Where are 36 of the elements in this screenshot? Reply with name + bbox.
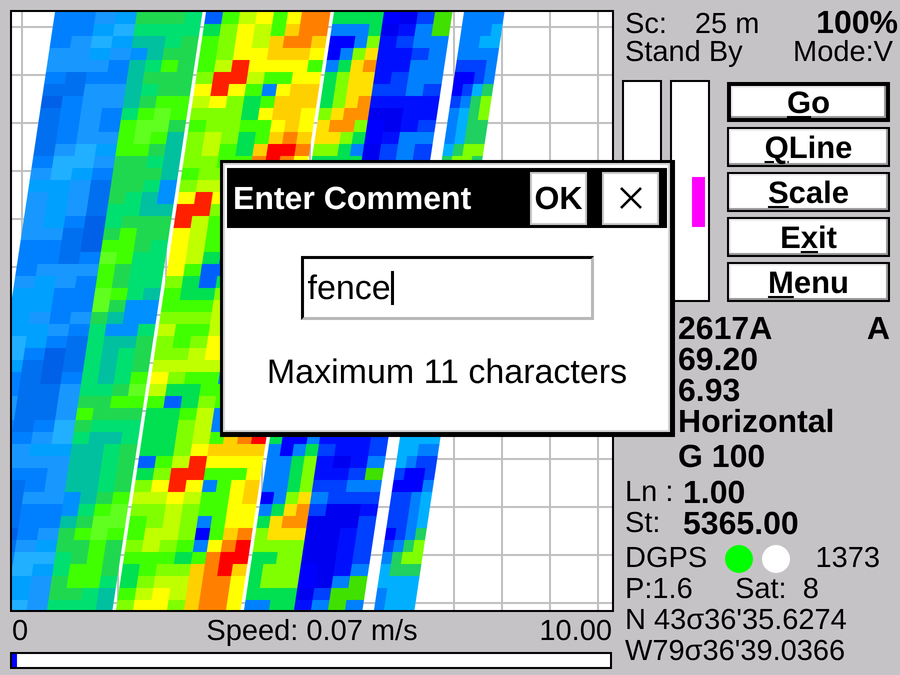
line-label: Ln : bbox=[625, 477, 674, 508]
menu-button[interactable]: QLine bbox=[727, 127, 890, 167]
speed-label: Speed: 0.07 m/s bbox=[205, 616, 419, 646]
hint-text: Maximum 11 characters bbox=[266, 354, 628, 390]
close-icon bbox=[618, 186, 642, 210]
mode-text: Mode:V bbox=[793, 37, 893, 68]
latitude-text: N 43σ36'35.6274 bbox=[624, 605, 848, 636]
ok-button[interactable]: OK bbox=[530, 172, 587, 224]
readout-text: 69.20 bbox=[678, 344, 758, 375]
scale-value: 25 m bbox=[694, 9, 760, 40]
gps-label: DGPS bbox=[625, 543, 708, 574]
menu-button[interactable]: Go bbox=[727, 82, 890, 122]
scale-label: Sc: bbox=[625, 9, 667, 40]
station-value: 5365.00 bbox=[683, 508, 800, 539]
close-button[interactable] bbox=[602, 172, 659, 224]
readout-text: 2617A bbox=[678, 313, 772, 344]
scale-max-label: 10.00 bbox=[538, 616, 613, 646]
text-cursor-icon bbox=[390, 271, 394, 305]
longitude-text: W79σ36'39.0366 bbox=[624, 636, 846, 667]
flag-text: A bbox=[866, 313, 890, 344]
menu-button[interactable]: Scale bbox=[727, 172, 890, 212]
comment-field[interactable]: fence bbox=[300, 256, 594, 320]
setting-text: G 100 bbox=[678, 441, 766, 472]
satellite-count: Sat: 8 bbox=[735, 574, 820, 605]
menu-button[interactable]: Exit bbox=[727, 217, 890, 257]
dialog-title: Enter Comment bbox=[233, 180, 472, 216]
p-value: P:1.6 bbox=[625, 574, 694, 605]
gps-number: 1373 bbox=[815, 543, 880, 574]
state-text: Stand By bbox=[625, 37, 743, 68]
readout-text: Horizontal bbox=[678, 406, 834, 437]
station-label: St: bbox=[625, 508, 662, 539]
percent-value: 100% bbox=[816, 7, 898, 38]
line-value: 1.00 bbox=[683, 477, 746, 508]
menu-button[interactable]: Menu bbox=[727, 262, 890, 302]
readout-text: 6.93 bbox=[678, 375, 740, 406]
scale-min-label: 0 bbox=[11, 616, 30, 646]
